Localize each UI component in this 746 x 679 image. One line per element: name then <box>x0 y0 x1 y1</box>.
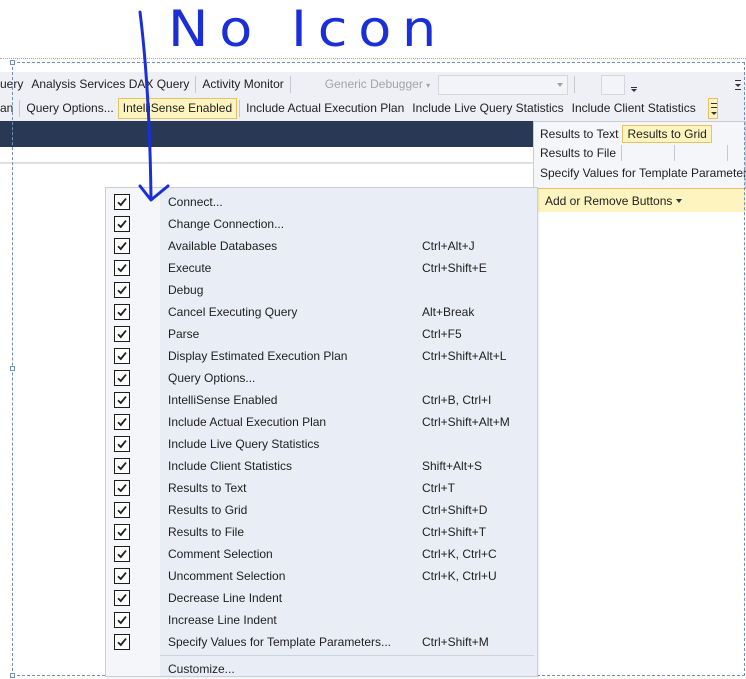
menu-item[interactable]: Results to Grid Ctrl+Shift+D <box>106 499 537 521</box>
resize-handle[interactable] <box>10 60 15 65</box>
menu-item-label: Execute <box>168 261 212 275</box>
menu-item[interactable]: Query Options... <box>106 367 537 389</box>
menu-item-shortcut: Ctrl+K, Ctrl+U <box>422 569 497 583</box>
menu-item[interactable]: Comment Selection Ctrl+K, Ctrl+C <box>106 543 537 565</box>
menu-item-shortcut: Alt+Break <box>422 305 475 319</box>
menu-item-label: Increase Line Indent <box>168 613 277 627</box>
menu-item-label: Cancel Executing Query <box>168 305 298 319</box>
checkbox-icon[interactable] <box>114 480 130 496</box>
menu-item-shortcut: Ctrl+Shift+M <box>422 635 489 649</box>
menu-item[interactable]: Execute Ctrl+Shift+E <box>106 257 537 279</box>
menu-item-label: Results to File <box>168 525 245 539</box>
menu-item-label: Include Actual Execution Plan <box>168 415 327 429</box>
checkbox-icon[interactable] <box>114 238 130 254</box>
menu-item[interactable]: Results to File Ctrl+Shift+T <box>106 521 537 543</box>
menu-item[interactable]: IntelliSense Enabled Ctrl+B, Ctrl+I <box>106 389 537 411</box>
menu-item[interactable]: Decrease Line Indent <box>106 587 537 609</box>
checkbox-icon[interactable] <box>114 612 130 628</box>
menu-item-label: Debug <box>168 283 204 297</box>
menu-item-shortcut: Ctrl+Shift+E <box>422 261 487 275</box>
menu-item-label: Available Databases <box>168 239 278 253</box>
checkbox-icon[interactable] <box>114 282 130 298</box>
annotation-text: No Icon <box>168 0 448 58</box>
menu-item-label: Include Live Query Statistics <box>168 437 320 451</box>
menu-item-label: Results to Grid <box>168 503 248 517</box>
menu-item-label: Connect... <box>168 195 223 209</box>
menu-item-shortcut: Shift+Alt+S <box>422 459 483 473</box>
menu-item-shortcut: Ctrl+Shift+Alt+M <box>422 415 510 429</box>
checkbox-icon[interactable] <box>114 370 130 386</box>
checkbox-icon[interactable] <box>114 260 130 276</box>
menu-item[interactable]: Parse Ctrl+F5 <box>106 323 537 345</box>
menu-item[interactable]: Change Connection... <box>106 213 537 235</box>
menu-item-shortcut: Ctrl+B, Ctrl+I <box>422 393 492 407</box>
menu-item-label: Results to Text <box>168 481 247 495</box>
checkbox-icon[interactable] <box>114 392 130 408</box>
menu-item-label: Display Estimated Execution Plan <box>168 349 348 363</box>
menu-item[interactable]: Include Actual Execution Plan Ctrl+Shift+… <box>106 411 537 433</box>
menu-item[interactable]: Cancel Executing Query Alt+Break <box>106 301 537 323</box>
menu-item-label: Uncomment Selection <box>168 569 286 583</box>
menu-item[interactable]: Available Databases Ctrl+Alt+J <box>106 235 537 257</box>
menu-item[interactable]: Increase Line Indent <box>106 609 537 631</box>
menu-item[interactable]: Uncomment Selection Ctrl+K, Ctrl+U <box>106 565 537 587</box>
menu-item-shortcut: Ctrl+K, Ctrl+C <box>422 547 497 561</box>
menu-item-label: Specify Values for Template Parameters..… <box>168 635 391 649</box>
menu-item-label: Change Connection... <box>168 217 285 231</box>
checkbox-icon[interactable] <box>114 326 130 342</box>
checkbox-icon[interactable] <box>114 524 130 540</box>
checkbox-icon[interactable] <box>114 348 130 364</box>
menu-item-label: Include Client Statistics <box>168 459 293 473</box>
checkbox-icon[interactable] <box>114 634 130 650</box>
menu-item-label: Comment Selection <box>168 547 273 561</box>
checkbox-icon[interactable] <box>114 216 130 232</box>
menu-divider <box>160 655 534 656</box>
menu-item-shortcut: Ctrl+Shift+Alt+L <box>422 349 507 363</box>
menu-item-shortcut: Ctrl+Alt+J <box>422 239 475 253</box>
menu-item-label: Query Options... <box>168 371 256 385</box>
menu-item-shortcut: Ctrl+Shift+D <box>422 503 488 517</box>
add-remove-buttons-menu: Connect... Change Connection... Available … <box>105 187 538 677</box>
checkbox-icon[interactable] <box>114 568 130 584</box>
menu-item-shortcut: Ctrl+T <box>422 481 455 495</box>
checkbox-icon[interactable] <box>114 436 130 452</box>
resize-handle[interactable] <box>10 673 15 678</box>
menu-item[interactable]: Specify Values for Template Parameters..… <box>106 631 537 653</box>
menu-item-shortcut: Ctrl+Shift+T <box>422 525 487 539</box>
checkbox-icon[interactable] <box>114 590 130 606</box>
customize-label: Customize... <box>168 662 235 676</box>
menu-item[interactable]: Include Client Statistics Shift+Alt+S <box>106 455 537 477</box>
resize-handle[interactable] <box>10 366 15 371</box>
menu-item-label: IntelliSense Enabled <box>168 393 278 407</box>
menu-item[interactable]: Display Estimated Execution Plan Ctrl+Shi… <box>106 345 537 367</box>
menu-item[interactable]: Include Live Query Statistics <box>106 433 537 455</box>
menu-item[interactable]: Debug <box>106 279 537 301</box>
menu-item-shortcut: Ctrl+F5 <box>422 327 462 341</box>
menu-item[interactable]: Connect... <box>106 191 537 213</box>
checkbox-icon[interactable] <box>114 194 130 210</box>
checkbox-icon[interactable] <box>114 546 130 562</box>
checkbox-icon[interactable] <box>114 414 130 430</box>
menu-item[interactable]: Results to Text Ctrl+T <box>106 477 537 499</box>
checkbox-icon[interactable] <box>114 458 130 474</box>
menu-item-label: Parse <box>168 327 200 341</box>
customize-menu-item[interactable]: Customize... <box>106 658 537 679</box>
checkbox-icon[interactable] <box>114 502 130 518</box>
checkbox-icon[interactable] <box>114 304 130 320</box>
menu-item-label: Decrease Line Indent <box>168 591 283 605</box>
